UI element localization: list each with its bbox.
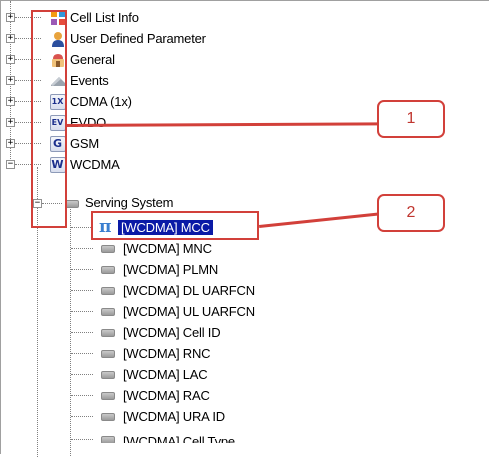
tree-item-label: [WCDMA] RAC — [123, 388, 210, 403]
tree-item-wcdma-rnc[interactable]: [WCDMA] RNC — [1, 343, 481, 364]
tree-item-label: Serving System — [85, 195, 174, 210]
tree-item-label: [WCDMA] Cell ID — [123, 325, 221, 340]
tree-item-general[interactable]: + General — [1, 49, 481, 70]
tree-item-label: [WCDMA] PLMN — [123, 262, 219, 277]
tree-item-label: [WCDMA] URA ID — [123, 409, 225, 424]
expand-toggle[interactable]: + — [6, 34, 15, 43]
callout-label-2: 2 — [377, 194, 445, 232]
tree-connector — [71, 227, 93, 228]
callout-number: 2 — [406, 204, 416, 221]
tree-item-wcdma-mnc[interactable]: [WCDMA] MNC — [1, 238, 481, 259]
parameter-icon — [99, 282, 116, 299]
tree-connector — [71, 311, 93, 312]
collapse-toggle[interactable]: − — [6, 160, 15, 169]
tree-item-label: User Defined Parameter — [70, 31, 206, 46]
tree-item-wcdma-cell-id[interactable]: [WCDMA] Cell ID — [1, 322, 481, 343]
tree-connector — [71, 290, 93, 291]
tree-item-wcdma-lac[interactable]: [WCDMA] LAC — [1, 364, 481, 385]
tree-item-user-defined-parameter[interactable]: + User Defined Parameter — [1, 28, 481, 49]
tree-item-label: Cell List Info — [70, 10, 139, 25]
tree-item-wcdma-cell-type[interactable]: [WCDMA] Cell Type — [1, 429, 481, 443]
tree-item-wcdma-rac[interactable]: [WCDMA] RAC — [1, 385, 481, 406]
tree-item-label: [WCDMA] LAC — [123, 367, 208, 382]
tree-item-wcdma-ura-id[interactable]: [WCDMA] URA ID — [1, 406, 481, 427]
tree-item-wcdma-dl-uarfcn[interactable]: [WCDMA] DL UARFCN — [1, 280, 481, 301]
expand-toggle[interactable]: + — [6, 76, 15, 85]
tree-item-label: GSM — [70, 136, 100, 151]
tree-connector — [71, 374, 93, 375]
tree-item-label: [WCDMA] UL UARFCN — [123, 304, 255, 319]
parameter-icon — [99, 240, 116, 257]
tree-item-events[interactable]: + Events — [1, 70, 481, 91]
parameter-icon — [99, 324, 116, 341]
tree-item-wcdma[interactable]: − W WCDMA — [1, 154, 481, 175]
tree-item-label: [WCDMA] DL UARFCN — [123, 283, 255, 298]
expand-toggle[interactable]: + — [6, 118, 15, 127]
parameter-icon — [99, 366, 116, 383]
tree-item-label: [WCDMA] MNC — [123, 241, 212, 256]
tree-connector — [71, 269, 93, 270]
callout-highlight-icons — [31, 10, 67, 228]
callout-highlight-selected-item — [91, 211, 259, 240]
callout-number: 1 — [406, 110, 416, 127]
tree-item-cell-list-info[interactable]: + Cell List Info — [1, 7, 481, 28]
tree-view: + Cell List Info + User Defined Paramete… — [0, 0, 489, 457]
parameter-icon — [99, 431, 116, 443]
tree-connector — [71, 439, 93, 440]
tree-connector — [71, 395, 93, 396]
tree-item-label: [WCDMA] Cell Type — [123, 434, 235, 443]
tree-item-wcdma-plmn[interactable]: [WCDMA] PLMN — [1, 259, 481, 280]
parameter-icon — [99, 408, 116, 425]
expand-toggle[interactable]: + — [6, 139, 15, 148]
tree-item-label: EVDO — [70, 115, 107, 130]
callout-label-1: 1 — [377, 100, 445, 138]
expand-toggle[interactable]: + — [6, 13, 15, 22]
tree-item-label: WCDMA — [70, 157, 120, 172]
tree-item-wcdma-ul-uarfcn[interactable]: [WCDMA] UL UARFCN — [1, 301, 481, 322]
expand-toggle[interactable]: + — [6, 97, 15, 106]
tree-connector — [71, 248, 93, 249]
expand-toggle[interactable]: + — [6, 55, 15, 64]
tree-item-label: CDMA (1x) — [70, 94, 132, 109]
tree-connector — [71, 353, 93, 354]
parameter-icon — [99, 345, 116, 362]
tree-item-label: [WCDMA] RNC — [123, 346, 211, 361]
tree-item-label: Events — [70, 73, 109, 88]
parameter-icon — [99, 387, 116, 404]
tree-connector — [71, 332, 93, 333]
parameter-icon — [99, 303, 116, 320]
tree-item-label: General — [70, 52, 115, 67]
parameter-icon — [99, 261, 116, 278]
tree-connector — [71, 416, 93, 417]
